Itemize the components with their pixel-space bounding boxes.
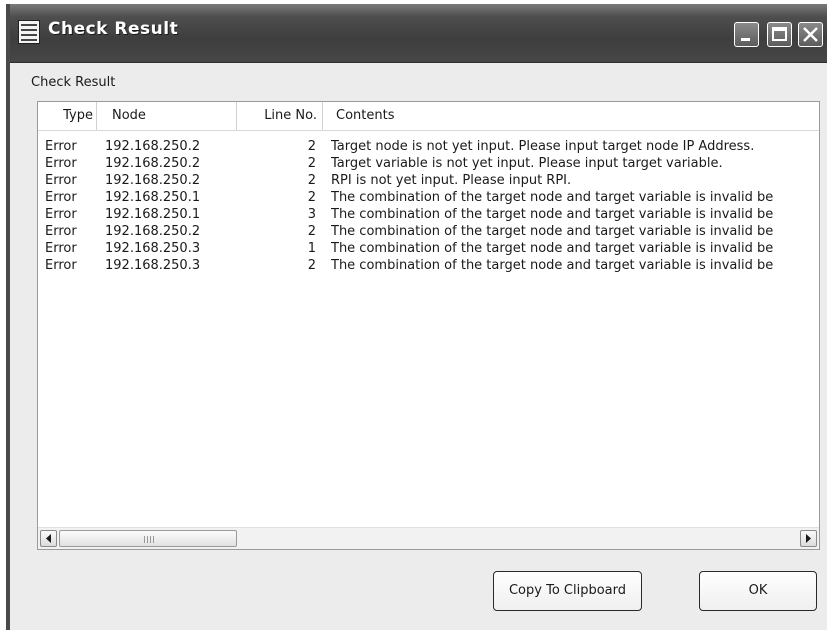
maximize-button[interactable] xyxy=(767,22,792,47)
cell-node: 192.168.250.2 xyxy=(105,173,201,188)
table-row[interactable]: Error 192.168.250.1 3 The combination of… xyxy=(38,206,819,223)
arrow-right-icon xyxy=(806,534,811,543)
minimize-icon xyxy=(741,38,750,41)
minimize-button[interactable] xyxy=(734,22,759,47)
cell-line: 2 xyxy=(307,258,316,273)
table-row[interactable]: Error 192.168.250.2 2 Target variable is… xyxy=(38,155,819,172)
cell-node: 192.168.250.1 xyxy=(105,207,201,222)
cell-node: 192.168.250.3 xyxy=(105,258,201,273)
cell-line: 2 xyxy=(307,190,316,205)
cell-node: 192.168.250.2 xyxy=(105,156,201,171)
column-header-node[interactable]: Node xyxy=(97,102,237,130)
arrow-left-icon xyxy=(46,534,51,543)
result-list[interactable]: Type Node Line No. Contents Error 192.16… xyxy=(37,101,820,550)
title-bar[interactable]: Check Result xyxy=(10,4,827,63)
column-header-contents[interactable]: Contents xyxy=(323,102,819,130)
cell-contents: The combination of the target node and t… xyxy=(331,241,774,256)
cell-contents: The combination of the target node and t… xyxy=(331,190,774,205)
table-row[interactable]: Error 192.168.250.3 2 The combination of… xyxy=(38,257,819,274)
maximize-icon xyxy=(772,27,787,41)
horizontal-scrollbar[interactable] xyxy=(38,527,819,549)
check-result-window: Check Result Check Result Type Node Line… xyxy=(6,4,827,630)
list-icon xyxy=(18,20,40,44)
column-header-type[interactable]: Type xyxy=(38,102,97,130)
close-icon xyxy=(803,27,818,42)
cell-line: 2 xyxy=(307,173,316,188)
grip-icon xyxy=(144,536,154,543)
column-header-line[interactable]: Line No. xyxy=(237,102,323,130)
copy-to-clipboard-button[interactable]: Copy To Clipboard xyxy=(493,571,642,611)
table-row[interactable]: Error 192.168.250.2 2 RPI is not yet inp… xyxy=(38,172,819,189)
table-row[interactable]: Error 192.168.250.2 2 Target node is not… xyxy=(38,138,819,155)
cell-line: 2 xyxy=(307,139,316,154)
scroll-thumb[interactable] xyxy=(59,530,237,547)
cell-type: Error xyxy=(45,156,77,171)
scroll-right-button[interactable] xyxy=(800,530,817,547)
cell-contents: Target variable is not yet input. Please… xyxy=(331,156,723,171)
cell-line: 2 xyxy=(307,224,316,239)
cell-contents: RPI is not yet input. Please input RPI. xyxy=(331,173,572,188)
cell-contents: The combination of the target node and t… xyxy=(331,224,774,239)
cell-node: 192.168.250.1 xyxy=(105,190,201,205)
close-button[interactable] xyxy=(798,22,823,47)
cell-contents: The combination of the target node and t… xyxy=(331,207,774,222)
cell-type: Error xyxy=(45,190,77,205)
cell-node: 192.168.250.2 xyxy=(105,224,201,239)
cell-contents: Target node is not yet input. Please inp… xyxy=(331,139,755,154)
cell-type: Error xyxy=(45,207,77,222)
cell-type: Error xyxy=(45,173,77,188)
cell-line: 2 xyxy=(307,156,316,171)
ok-button[interactable]: OK xyxy=(699,571,817,611)
scroll-left-button[interactable] xyxy=(40,530,57,547)
cell-line: 3 xyxy=(307,207,316,222)
table-row[interactable]: Error 192.168.250.3 1 The combination of… xyxy=(38,240,819,257)
cell-node: 192.168.250.2 xyxy=(105,139,201,154)
cell-contents: The combination of the target node and t… xyxy=(331,258,774,273)
cell-type: Error xyxy=(45,241,77,256)
window-title: Check Result xyxy=(48,19,179,39)
cell-type: Error xyxy=(45,224,77,239)
list-header: Type Node Line No. Contents xyxy=(38,102,819,131)
cell-type: Error xyxy=(45,139,77,154)
table-row[interactable]: Error 192.168.250.2 2 The combination of… xyxy=(38,223,819,240)
cell-line: 1 xyxy=(307,241,316,256)
cell-type: Error xyxy=(45,258,77,273)
cell-node: 192.168.250.3 xyxy=(105,241,201,256)
group-label: Check Result xyxy=(31,75,116,90)
table-row[interactable]: Error 192.168.250.1 2 The combination of… xyxy=(38,189,819,206)
